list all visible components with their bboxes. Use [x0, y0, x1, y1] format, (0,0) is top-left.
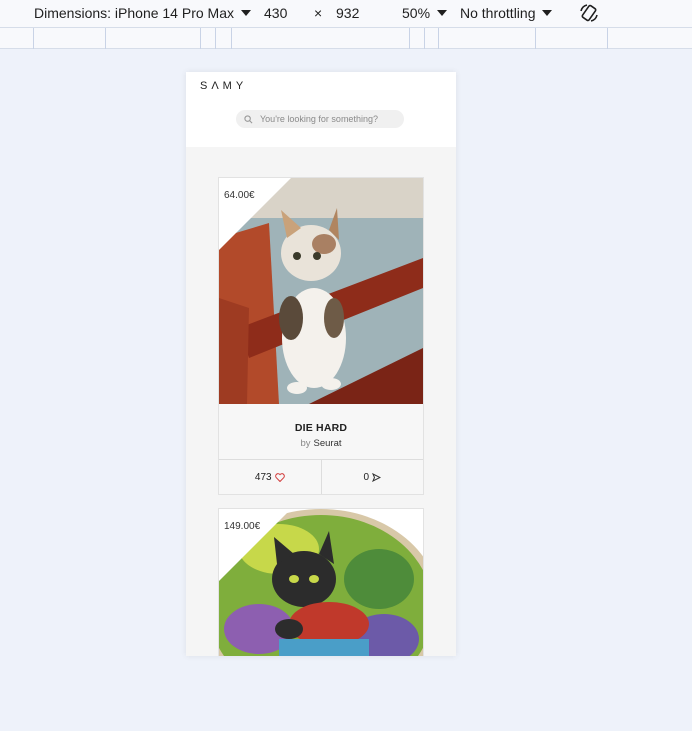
site-header: SΛMY: [186, 72, 456, 147]
device-viewport: SΛMY You're looking for something? 64.00…: [186, 72, 456, 656]
artwork-title[interactable]: DIE HARD: [219, 422, 423, 434]
chevron-down-icon: [437, 10, 448, 16]
product-image[interactable]: 64.00€: [219, 178, 423, 404]
dimensions-dropdown[interactable]: Dimensions: iPhone 14 Pro Max: [34, 5, 251, 21]
ruler-tick: [607, 28, 608, 49]
price-corner: [219, 178, 291, 250]
price-tag: 149.00€: [224, 521, 261, 532]
product-card[interactable]: 64.00€ DIE HARD by Seurat 473 0: [218, 177, 424, 495]
rotate-icon[interactable]: [578, 2, 600, 24]
ruler-tick: [409, 28, 410, 49]
ruler-tick: [200, 28, 201, 49]
ruler-tick: [105, 28, 106, 49]
product-image[interactable]: 149.00€: [219, 509, 423, 656]
share-button[interactable]: 0: [320, 460, 424, 494]
dimension-separator: ×: [314, 5, 323, 21]
search-input[interactable]: [260, 114, 400, 124]
ruler-tick: [535, 28, 536, 49]
devtools-toolbar: Dimensions: iPhone 14 Pro Max 430 × 932 …: [0, 0, 692, 27]
share-count: 0: [363, 471, 370, 483]
site-logo[interactable]: SΛMY: [200, 80, 247, 92]
zoom-dropdown[interactable]: 50%: [402, 5, 448, 21]
artist-name[interactable]: Seurat: [314, 438, 342, 449]
width-field[interactable]: 430: [264, 5, 287, 21]
dimensions-label: Dimensions: iPhone 14 Pro Max: [34, 5, 234, 21]
throttling-dropdown[interactable]: No throttling: [460, 5, 553, 21]
ruler-tick: [33, 28, 34, 49]
card-actions: 473 0: [219, 459, 423, 494]
artwork-byline: by Seurat: [219, 438, 423, 449]
ruler-tick: [438, 28, 439, 49]
search-icon: [244, 114, 253, 123]
by-label: by: [300, 438, 311, 449]
chevron-down-icon: [542, 10, 553, 16]
heart-icon: [274, 472, 285, 482]
height-field[interactable]: 932: [336, 5, 359, 21]
price-tag: 64.00€: [224, 190, 255, 201]
ruler-tick: [424, 28, 425, 49]
ruler-tick: [215, 28, 216, 49]
chevron-down-icon: [241, 10, 251, 16]
price-corner: [219, 509, 291, 581]
throttling-label: No throttling: [460, 5, 536, 21]
ruler-tick: [231, 28, 232, 49]
product-card[interactable]: 149.00€: [218, 508, 424, 656]
like-count: 473: [254, 471, 272, 483]
send-icon: [372, 472, 382, 482]
like-button[interactable]: 473: [219, 460, 321, 494]
search-bar[interactable]: [236, 110, 404, 128]
media-query-ruler: [0, 27, 692, 49]
zoom-label: 50%: [402, 5, 431, 21]
